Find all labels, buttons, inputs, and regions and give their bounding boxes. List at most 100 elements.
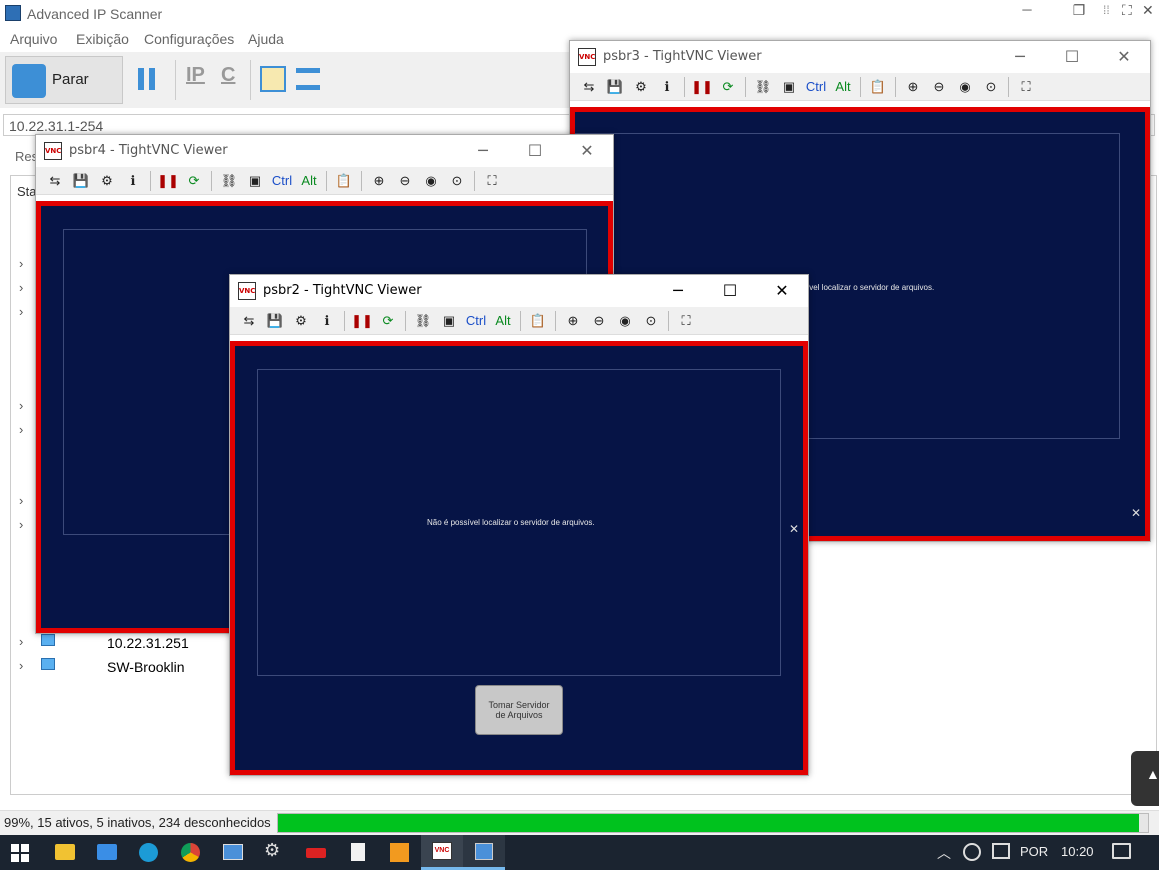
zoom-out-icon[interactable]: ⊖ xyxy=(586,310,612,332)
taskbar-vnc-button[interactable]: VNC xyxy=(421,835,463,870)
pause-icon[interactable]: ❚❚ xyxy=(349,310,375,332)
c-button[interactable]: C xyxy=(221,64,235,87)
remote-screen[interactable]: Não é possível localizar o servidor de a… xyxy=(230,341,808,775)
close-button[interactable]: ✕ xyxy=(756,275,808,305)
ctrl-alt-del-icon[interactable]: ▣ xyxy=(436,310,462,332)
options-icon[interactable]: ⚙ xyxy=(288,310,314,332)
link-icon[interactable]: ⛓ xyxy=(750,76,776,98)
tree-expander[interactable]: › xyxy=(19,658,23,673)
column-status[interactable]: Sta xyxy=(17,184,37,199)
ctrl-button[interactable]: Ctrl xyxy=(802,76,830,98)
notification-icon[interactable] xyxy=(1112,843,1131,859)
pause-icon[interactable]: ❚❚ xyxy=(155,170,181,192)
menu-configuracoes[interactable]: Configurações xyxy=(144,31,234,47)
new-connection-icon[interactable]: ⇆ xyxy=(576,76,602,98)
fullscreen-icon[interactable]: ⛶ xyxy=(479,170,505,192)
close-button[interactable]: ✕ xyxy=(1098,41,1150,71)
edge-icon[interactable] xyxy=(139,843,158,862)
zoom-100-icon[interactable]: ◉ xyxy=(418,170,444,192)
zoom-fit-icon[interactable]: ⊙ xyxy=(444,170,470,192)
zoom-100-icon[interactable]: ◉ xyxy=(612,310,638,332)
clock[interactable]: 10:20 xyxy=(1061,844,1094,859)
zoom-in-icon[interactable]: ⊕ xyxy=(560,310,586,332)
maximize-button[interactable]: ☐ xyxy=(704,275,756,305)
tree-expander[interactable]: › xyxy=(19,517,23,532)
take-file-server-button[interactable]: Tomar Servidor de Arquivos xyxy=(475,685,563,735)
new-connection-icon[interactable]: ⇆ xyxy=(236,310,262,332)
minimize-button[interactable]: ─ xyxy=(457,135,509,165)
close-button[interactable]: ✕ xyxy=(561,135,613,165)
ctrl-alt-del-icon[interactable]: ▣ xyxy=(242,170,268,192)
link-icon[interactable]: ⛓ xyxy=(216,170,242,192)
stop-button[interactable]: Parar xyxy=(5,56,123,104)
details-view-icon[interactable] xyxy=(296,68,320,90)
clipboard-icon[interactable]: 📋 xyxy=(331,170,357,192)
tree-expander[interactable]: › xyxy=(19,634,23,649)
refresh-icon[interactable]: ⟳ xyxy=(181,170,207,192)
fullscreen-icon[interactable]: ⛶ xyxy=(1122,2,1132,19)
menu-exibicao[interactable]: Exibição xyxy=(76,31,129,47)
save-icon[interactable]: 💾 xyxy=(602,76,628,98)
clipboard-icon[interactable]: 📋 xyxy=(865,76,891,98)
options-icon[interactable]: ⚙ xyxy=(94,170,120,192)
info-icon[interactable]: ℹ xyxy=(654,76,680,98)
tree-expander[interactable]: › xyxy=(19,280,23,295)
pause-icon[interactable]: ❚❚ xyxy=(689,76,715,98)
options-icon[interactable]: ⚙ xyxy=(628,76,654,98)
zoom-100-icon[interactable]: ◉ xyxy=(952,76,978,98)
zoom-fit-icon[interactable]: ⊙ xyxy=(978,76,1004,98)
ip-button[interactable]: IP xyxy=(186,64,205,87)
close-icon[interactable]: ✕ xyxy=(1142,2,1154,19)
maximize-button[interactable]: ☐ xyxy=(509,135,561,165)
zoom-out-icon[interactable]: ⊖ xyxy=(926,76,952,98)
info-icon[interactable]: ℹ xyxy=(314,310,340,332)
clipboard-icon[interactable]: 📋 xyxy=(525,310,551,332)
file-explorer-icon[interactable] xyxy=(55,844,75,860)
tree-expander[interactable]: › xyxy=(19,422,23,437)
alt-button[interactable]: Alt xyxy=(296,170,322,192)
zoom-fit-icon[interactable]: ⊙ xyxy=(638,310,664,332)
show-hidden-icons-icon[interactable]: ︿ xyxy=(937,843,951,863)
refresh-icon[interactable]: ⟳ xyxy=(375,310,401,332)
remote-close-icon[interactable]: ✕ xyxy=(789,522,799,536)
alt-button[interactable]: Alt xyxy=(490,310,516,332)
remote-close-icon[interactable]: ✕ xyxy=(1131,506,1141,520)
orange-app-icon[interactable] xyxy=(390,843,409,862)
network-app-icon[interactable] xyxy=(223,844,243,860)
zoom-in-icon[interactable]: ⊕ xyxy=(900,76,926,98)
new-connection-icon[interactable]: ⇆ xyxy=(42,170,68,192)
menu-ajuda[interactable]: Ajuda xyxy=(248,31,284,47)
tree-expander[interactable]: › xyxy=(19,304,23,319)
ctrl-alt-del-icon[interactable]: ▣ xyxy=(776,76,802,98)
ctrl-button[interactable]: Ctrl xyxy=(462,310,490,332)
settings-icon[interactable]: ⚙ xyxy=(264,840,280,861)
maximize-button[interactable]: ☐ xyxy=(1046,41,1098,71)
tree-expander[interactable]: › xyxy=(19,256,23,271)
ctrl-button[interactable]: Ctrl xyxy=(268,170,296,192)
windows-start-icon[interactable] xyxy=(11,844,29,862)
minimize-button[interactable]: ─ xyxy=(652,275,704,305)
tree-expander[interactable]: › xyxy=(19,398,23,413)
link-icon[interactable]: ⛓ xyxy=(410,310,436,332)
alt-button[interactable]: Alt xyxy=(830,76,856,98)
save-icon[interactable]: 💾 xyxy=(262,310,288,332)
zoom-in-icon[interactable]: ⊕ xyxy=(366,170,392,192)
language-indicator[interactable]: POR xyxy=(1020,844,1048,859)
tree-expander[interactable]: › xyxy=(19,493,23,508)
refresh-icon[interactable]: ⟳ xyxy=(715,76,741,98)
remote-desktop-icon[interactable] xyxy=(97,844,117,860)
list-item[interactable]: › 10.22.31.251 xyxy=(11,632,231,654)
zoom-out-icon[interactable]: ⊖ xyxy=(392,170,418,192)
minimize-button[interactable]: ─ xyxy=(994,41,1046,71)
network-icon[interactable] xyxy=(992,843,1010,859)
pause-icon[interactable] xyxy=(138,68,160,90)
restore-button[interactable]: ❐ xyxy=(1066,2,1092,19)
info-icon[interactable]: ℹ xyxy=(120,170,146,192)
tree-view-icon[interactable] xyxy=(260,66,286,92)
fullscreen-icon[interactable]: ⛶ xyxy=(1013,76,1039,98)
chrome-icon[interactable] xyxy=(181,843,200,862)
minimize-button[interactable]: ─ xyxy=(1014,2,1040,17)
red-app-icon[interactable] xyxy=(306,848,326,858)
teamviewer-icon[interactable] xyxy=(963,843,981,861)
taskbar-ip-scanner-button[interactable] xyxy=(463,835,505,870)
